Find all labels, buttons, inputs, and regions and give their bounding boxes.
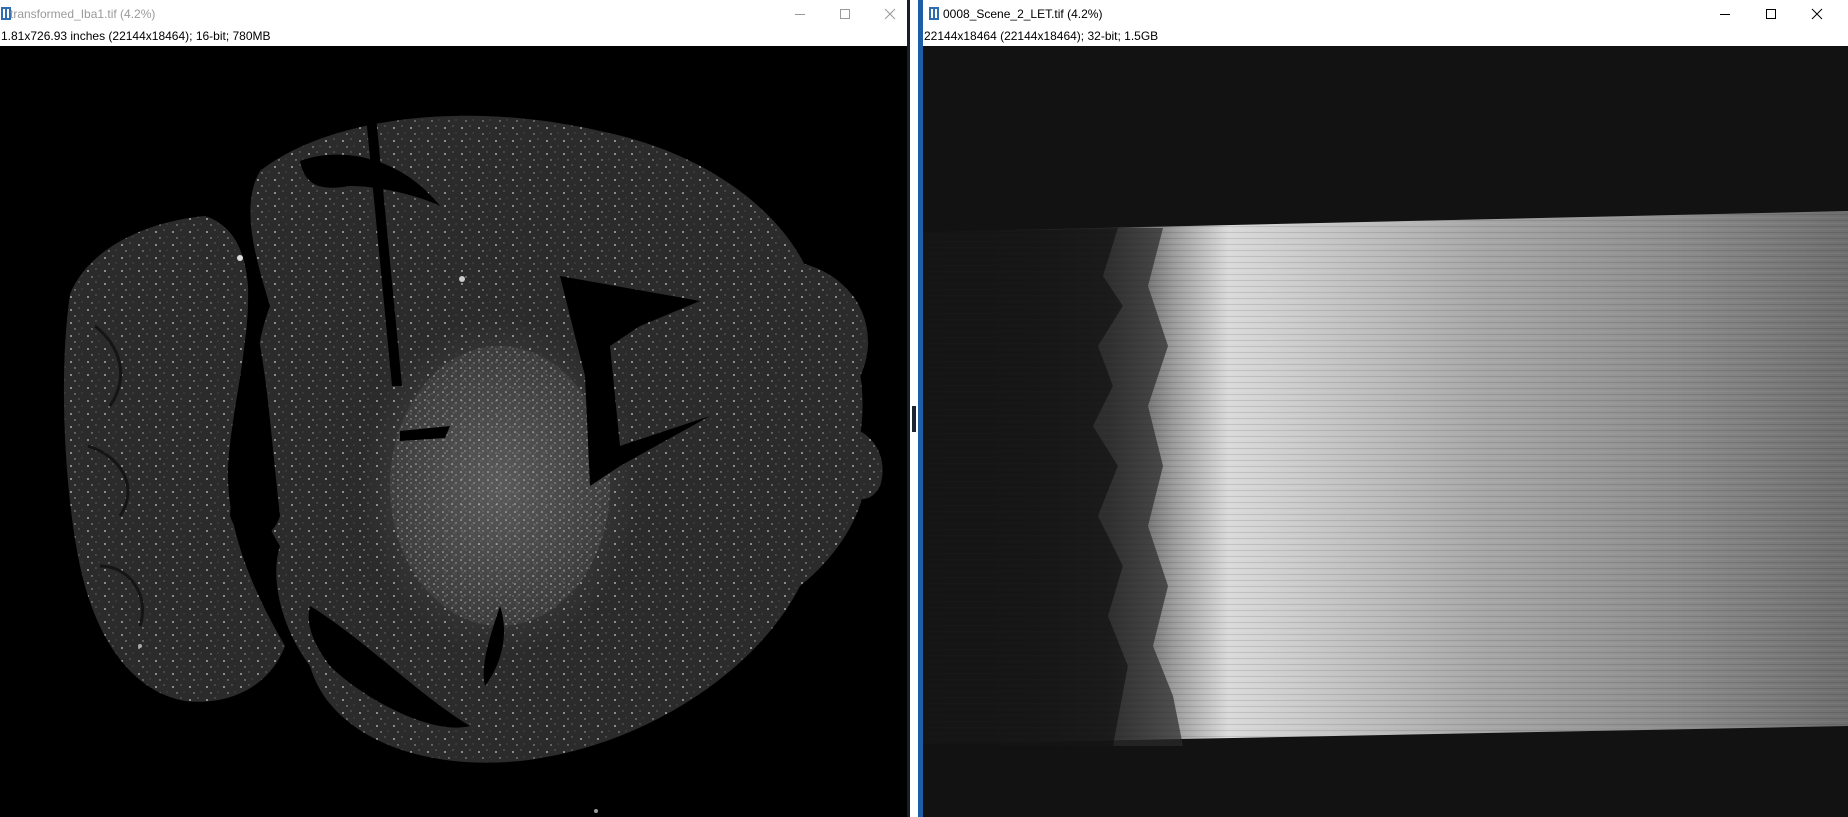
left-window-titlebar[interactable]: transformed_Iba1.tif (4.2%) <box>0 0 907 28</box>
imagej-app-icon <box>929 7 939 20</box>
close-icon <box>884 8 896 20</box>
image-info-bar: 1.81x726.93 inches (22144x18464); 16-bit… <box>1 29 271 43</box>
right-window-titlebar[interactable]: 0008_Scene_2_LET.tif (4.2%) <box>923 0 1848 28</box>
minimize-icon <box>1720 14 1730 15</box>
maximize-icon <box>1766 9 1776 19</box>
window-title: transformed_Iba1.tif (4.2%) <box>10 7 156 21</box>
window-divider-grip <box>912 406 916 432</box>
minimize-button[interactable] <box>777 0 823 28</box>
intensity-gradient-image <box>923 46 1848 817</box>
left-image-window[interactable]: transformed_Iba1.tif (4.2%) 1.81x726.93 … <box>0 0 910 817</box>
brain-section-image <box>0 46 907 817</box>
maximize-icon <box>840 9 850 19</box>
maximize-button[interactable] <box>822 0 868 28</box>
right-image-window[interactable]: 0008_Scene_2_LET.tif (4.2%) 22144x18464 … <box>918 0 1848 817</box>
maximize-button[interactable] <box>1748 0 1794 28</box>
close-icon <box>1811 8 1823 20</box>
image-canvas[interactable] <box>0 46 907 817</box>
close-button[interactable] <box>867 0 907 28</box>
minimize-button[interactable] <box>1702 0 1748 28</box>
close-button[interactable] <box>1794 0 1840 28</box>
window-title: 0008_Scene_2_LET.tif (4.2%) <box>943 7 1103 21</box>
image-canvas[interactable] <box>923 46 1848 817</box>
minimize-icon <box>795 14 805 15</box>
image-info-bar: 22144x18464 (22144x18464); 32-bit; 1.5GB <box>924 29 1159 43</box>
